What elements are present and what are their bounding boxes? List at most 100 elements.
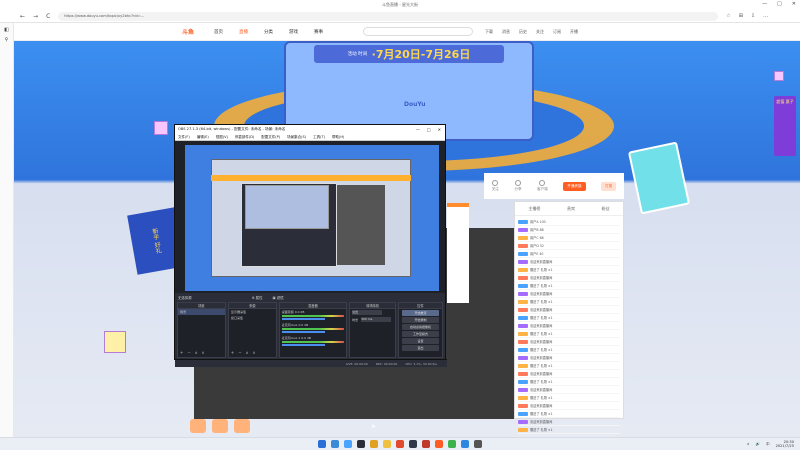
filters-button[interactable]: ▣ 滤镜 [272,295,283,300]
remove-icon[interactable]: − [187,350,190,355]
menu-item[interactable]: 赛事 [314,29,323,35]
dock-header: 控件 [399,303,442,309]
collections-icon[interactable]: ⊞ [739,13,743,19]
move-up-icon[interactable]: ∧ [195,350,198,355]
volume-slider[interactable] [281,318,326,320]
favorite-icon[interactable]: ☆ [726,13,730,19]
close-icon[interactable]: ✕ [792,1,796,7]
taskbar-app-icon[interactable] [344,440,352,448]
reward-button[interactable]: 打赏 [601,181,617,191]
header-link[interactable]: 订阅 [553,29,561,35]
header-link[interactable]: 关注 [536,29,544,35]
menu-item[interactable]: 首页 [214,29,223,35]
taskbar-app-icon[interactable] [409,440,417,448]
virtual-camera-button[interactable]: 启动虚拟摄像机 [402,324,439,330]
taskbar-app-icon[interactable] [383,440,391,448]
forward-icon[interactable]: → [33,13,38,20]
reload-icon[interactable]: C [46,13,50,20]
source-item[interactable]: 窗口采集 [229,315,276,321]
douyu-logo[interactable]: 斗鱼 [182,27,194,36]
header-link[interactable]: 开播 [570,29,578,35]
add-icon[interactable]: + [180,350,183,355]
taskbar-app-icon[interactable] [370,440,378,448]
more-icon[interactable]: … [763,13,768,19]
minimize-icon[interactable]: — [762,1,767,7]
tab-panel-icon[interactable]: ◧ [0,27,13,33]
start-streaming-button[interactable]: 开始推流 [402,310,439,316]
studio-mode-button[interactable]: 工作室模式 [402,331,439,337]
chat-tab[interactable]: 主播榜 [528,206,540,212]
obs-menu-item[interactable]: 编辑(E) [197,135,209,140]
chat-tab[interactable]: 粉丝 [602,206,610,212]
duration-input[interactable]: 300 ms [361,317,392,322]
preview-canvas [185,145,439,291]
site-search-input[interactable] [363,27,474,36]
chat-row: 赠送了 礼物 ×1 [518,314,620,322]
header-link[interactable]: 下载 [485,29,493,35]
taskbar-app-icon[interactable] [461,440,469,448]
room-action[interactable]: 关注 [492,180,499,192]
obs-menu-item[interactable]: 配置文件(P) [261,135,280,140]
properties-button[interactable]: ⚙ 属性 [252,295,263,300]
system-tray: ∧ 🔊 中 20:30 2021/7/25 [747,440,794,448]
taskbar-apps [318,440,482,448]
menu-item[interactable]: 直播 [239,29,248,35]
taskbar-app-icon[interactable] [435,440,443,448]
maximize-icon[interactable]: □ [427,127,431,132]
taskbar-app-icon[interactable] [422,440,430,448]
obs-menu-item[interactable]: 视图(V) [216,135,228,140]
obs-preview[interactable] [175,141,445,301]
settings-button[interactable]: 设置 [402,338,439,344]
transition-select[interactable]: 淡出 [352,310,383,315]
add-icon[interactable]: + [231,350,234,355]
gift-icon[interactable] [190,419,206,433]
obs-menu-item[interactable]: 文件(F) [178,135,190,140]
close-icon[interactable]: ✕ [438,127,441,132]
tray-expand-icon[interactable]: ∧ [747,442,750,446]
scene-item[interactable]: 场景 [178,309,225,315]
chat-tab[interactable]: 贵宾 [567,206,575,212]
taskbar-app-icon[interactable] [357,440,365,448]
menu-item[interactable]: 分类 [264,29,273,35]
transition-type[interactable]: 淡出 [350,309,395,316]
room-action[interactable]: 客户端 [537,180,548,192]
clock[interactable]: 20:30 2021/7/25 [776,440,794,448]
chat-text: 赠送了 礼物 ×1 [530,300,553,304]
volume-slider[interactable] [281,344,326,346]
gift-icon[interactable] [234,419,250,433]
exit-button[interactable]: 退出 [402,345,439,351]
back-icon[interactable]: ← [20,13,25,20]
maximize-icon[interactable]: □ [777,1,782,7]
popup-panel[interactable] [447,203,469,303]
search-icon[interactable]: ⚲ [0,37,13,43]
taskbar-app-icon[interactable] [318,440,326,448]
move-up-icon[interactable]: ∧ [246,350,249,355]
obs-menu-item[interactable]: 场景集合(S) [287,135,306,140]
remove-icon[interactable]: − [238,350,241,355]
gift-icon[interactable] [212,419,228,433]
chat-row: 欢迎来到直播间 [518,290,620,298]
minimize-icon[interactable]: — [416,127,420,132]
move-down-icon[interactable]: ∨ [253,350,256,355]
volume-icon[interactable]: 🔊 [755,442,759,446]
start-recording-button[interactable]: 开始录制 [402,317,439,323]
obs-menu-item[interactable]: 帮助(H) [332,135,344,140]
taskbar-app-icon[interactable] [448,440,456,448]
room-action[interactable]: 分享 [514,180,522,192]
obs-menu-item[interactable]: 工具(T) [313,135,325,140]
taskbar-app-icon[interactable] [474,440,482,448]
move-down-icon[interactable]: ∨ [202,350,205,355]
taskbar-app-icon[interactable] [396,440,404,448]
header-link[interactable]: 消息 [502,29,510,35]
download-icon[interactable]: ⇩ [751,13,755,19]
menu-item[interactable]: 游戏 [289,29,298,35]
chat-text: 用户B 88 [530,228,544,232]
taskbar-app-icon[interactable] [331,440,339,448]
volume-slider[interactable] [281,331,326,333]
noble-button[interactable]: 开通贵族 [563,181,586,191]
obs-menu-item[interactable]: 停靠部件(D) [235,135,254,140]
side-promo[interactable]: 超值 惠子 [774,96,796,156]
input-method-icon[interactable]: 中 [766,442,770,447]
header-link[interactable]: 历史 [519,29,527,35]
url-input[interactable]: https://www.douyu.com/topic/xy2bhc?rid=.… [58,11,719,21]
